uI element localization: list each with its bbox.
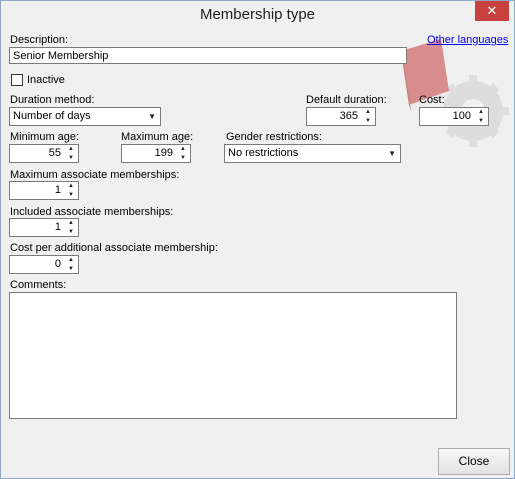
minimum-age-stepper[interactable]: 55 ▲ ▼: [9, 144, 79, 163]
spin-down-icon[interactable]: ▼: [64, 265, 78, 273]
minimum-age-label: Minimum age:: [10, 131, 80, 143]
default-duration-label: Default duration:: [306, 94, 387, 106]
comments-textarea[interactable]: [9, 292, 457, 419]
maximum-age-label: Maximum age:: [121, 131, 194, 143]
cost-value: 100: [452, 110, 471, 122]
max-associate-label: Maximum associate memberships:: [10, 169, 180, 181]
minimum-age-value: 55: [48, 147, 61, 159]
close-button[interactable]: Close: [438, 448, 510, 475]
close-icon: ✕: [486, 3, 498, 18]
duration-method-label: Duration method:: [10, 94, 95, 106]
inactive-checkbox[interactable]: [11, 74, 23, 86]
gender-restrictions-label: Gender restrictions:: [226, 131, 322, 143]
spin-down-icon[interactable]: ▼: [474, 117, 488, 125]
spin-up-icon[interactable]: ▲: [361, 108, 375, 116]
chevron-down-icon: ▼: [388, 149, 396, 158]
comments-label: Comments:: [10, 279, 67, 291]
dialog-content: Description: Other languages Senior Memb…: [1, 29, 514, 478]
duration-method-value: Number of days: [13, 110, 91, 122]
included-associate-label: Included associate memberships:: [10, 206, 174, 218]
spin-down-icon[interactable]: ▼: [64, 191, 78, 199]
cost-per-additional-stepper[interactable]: 0 ▲ ▼: [9, 255, 79, 274]
other-languages-link[interactable]: Other languages: [427, 34, 508, 46]
gender-restrictions-select[interactable]: No restrictions ▼: [224, 144, 401, 163]
spin-up-icon[interactable]: ▲: [64, 219, 78, 227]
cost-stepper[interactable]: 100 ▲ ▼: [419, 107, 489, 126]
spin-down-icon[interactable]: ▼: [176, 154, 190, 162]
description-label: Description:: [10, 34, 69, 46]
book-gear-icon: [401, 39, 509, 147]
max-associate-value: 1: [54, 184, 61, 196]
close-window-button[interactable]: ✕: [475, 1, 509, 21]
maximum-age-stepper[interactable]: 199 ▲ ▼: [121, 144, 191, 163]
spin-up-icon[interactable]: ▲: [64, 256, 78, 264]
inactive-label: Inactive: [27, 74, 65, 86]
cost-label: Cost:: [419, 94, 445, 106]
spin-down-icon[interactable]: ▼: [64, 154, 78, 162]
title-bar: Membership type ✕: [1, 1, 514, 29]
membership-type-dialog: Membership type ✕ Description: Other lan…: [0, 0, 515, 479]
chevron-down-icon: ▼: [148, 112, 156, 121]
spin-up-icon[interactable]: ▲: [474, 108, 488, 116]
window-title: Membership type: [199, 6, 316, 23]
max-associate-stepper[interactable]: 1 ▲ ▼: [9, 181, 79, 200]
spin-up-icon[interactable]: ▲: [64, 182, 78, 190]
spin-down-icon[interactable]: ▼: [64, 228, 78, 236]
default-duration-value: 365: [339, 110, 358, 122]
gender-restrictions-value: No restrictions: [228, 147, 299, 159]
included-associate-stepper[interactable]: 1 ▲ ▼: [9, 218, 79, 237]
description-input[interactable]: Senior Membership: [9, 47, 407, 64]
spin-up-icon[interactable]: ▲: [64, 145, 78, 153]
default-duration-stepper[interactable]: 365 ▲ ▼: [306, 107, 376, 126]
spin-up-icon[interactable]: ▲: [176, 145, 190, 153]
included-associate-value: 1: [54, 221, 61, 233]
cost-per-additional-value: 0: [54, 258, 61, 270]
spin-down-icon[interactable]: ▼: [361, 117, 375, 125]
duration-method-select[interactable]: Number of days ▼: [9, 107, 161, 126]
cost-per-additional-label: Cost per additional associate membership…: [10, 242, 218, 254]
maximum-age-value: 199: [154, 147, 173, 159]
